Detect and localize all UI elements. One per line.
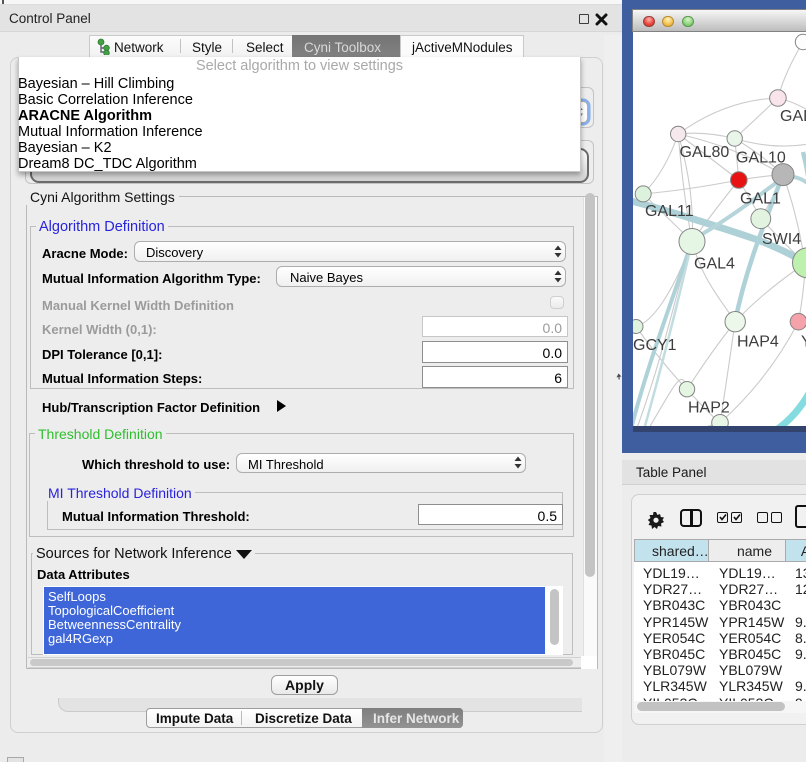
svg-text:SWI4: SWI4: [762, 231, 801, 248]
svg-text:GAL10: GAL10: [736, 150, 786, 167]
svg-text:GAL80: GAL80: [680, 144, 730, 161]
svg-text:GAL1: GAL1: [740, 191, 781, 208]
svg-text:GCY1: GCY1: [633, 337, 677, 354]
svg-text:GAL4: GAL4: [694, 256, 735, 273]
svg-text:Y: Y: [801, 334, 806, 351]
svg-text:HAP2: HAP2: [688, 400, 730, 417]
svg-text:GAL11: GAL11: [645, 203, 694, 220]
svg-text:GAL7: GAL7: [780, 108, 806, 125]
svg-text:HAP4: HAP4: [737, 334, 779, 351]
